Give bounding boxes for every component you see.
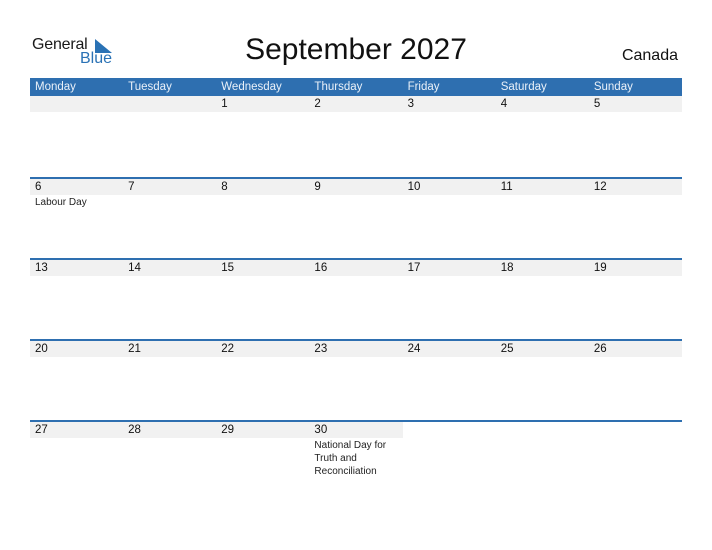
weekday-thursday: Thursday — [314, 81, 363, 93]
calendar-grid: Monday Tuesday Wednesday Thursday Friday… — [30, 78, 682, 501]
day-number: 3 — [402, 96, 496, 112]
weekday-sunday: Sunday — [593, 81, 633, 93]
day-number: 15 — [216, 260, 310, 276]
day-number: 8 — [216, 179, 310, 195]
day-cell: 21 — [123, 341, 217, 420]
day-cell: 1 — [216, 96, 310, 177]
day-number: 29 — [216, 422, 310, 438]
week-cells: 6 Labour Day 7 8 9 10 11 12 — [30, 179, 682, 258]
day-number: 14 — [123, 260, 217, 276]
week-row: 6 Labour Day 7 8 9 10 11 12 — [30, 177, 682, 258]
day-number: 12 — [588, 179, 682, 195]
day-number: 5 — [588, 96, 682, 112]
day-cell: 4 — [495, 96, 589, 177]
day-cell — [30, 96, 124, 177]
day-number: 20 — [30, 341, 124, 357]
day-cell: 20 — [30, 341, 124, 420]
day-cell: 9 — [309, 179, 403, 258]
week-cells: 12345 — [30, 96, 682, 177]
day-cell: 14 — [123, 260, 217, 339]
day-number — [496, 422, 589, 438]
day-number: 28 — [123, 422, 217, 438]
day-number: 23 — [309, 341, 403, 357]
week-row: 20 21 22 23 24 25 26 — [30, 339, 682, 420]
weekday-saturday: Saturday — [500, 81, 547, 93]
page-title: September 2027 — [245, 33, 467, 66]
day-number — [30, 96, 124, 112]
day-number: 19 — [588, 260, 682, 276]
day-cell: 8 — [216, 179, 310, 258]
week-row: 12345 — [30, 96, 682, 177]
day-cell: 6 Labour Day — [30, 179, 124, 258]
day-number: 26 — [588, 341, 682, 357]
day-cell: 24 — [402, 341, 496, 420]
week-cells: 13 14 15 16 17 18 19 — [30, 260, 682, 339]
weekday-header: Monday Tuesday Wednesday Thursday Friday… — [30, 78, 682, 96]
day-number: 2 — [309, 96, 403, 112]
day-cell: 23 — [309, 341, 403, 420]
holiday-label: Labour Day — [35, 197, 87, 208]
day-cell: 11 — [495, 179, 589, 258]
holiday-label: National Day for Truth and Reconciliatio… — [314, 440, 387, 477]
day-cell — [403, 422, 496, 501]
day-number: 30 — [309, 422, 403, 438]
week-cells: 20 21 22 23 24 25 26 — [30, 341, 682, 420]
day-cell — [496, 422, 589, 501]
day-number: 18 — [495, 260, 589, 276]
day-cell: 13 — [30, 260, 124, 339]
day-number: 6 — [30, 179, 124, 195]
weeks-container: 1 2 3 4 5 6 Labour Day 7 8 9 10 11 12 13 14 15 16 17 18 19 2… — [30, 96, 682, 501]
day-cell: 3 — [402, 96, 496, 177]
day-cell: 15 — [216, 260, 310, 339]
day-cell: 10 — [402, 179, 496, 258]
day-cell: 27 — [30, 422, 124, 501]
day-cell: 12 — [588, 179, 682, 258]
day-number: 17 — [402, 260, 496, 276]
day-number — [403, 422, 496, 438]
week-cells: 27 28 29 30 National Day for Truth and Recon… — [30, 422, 682, 501]
day-number: 13 — [30, 260, 124, 276]
day-cell: 30 National Day for Truth and Reconciliat… — [309, 422, 403, 501]
weekday-tuesday: Tuesday — [128, 81, 172, 93]
day-number: 10 — [402, 179, 496, 195]
day-number: 1 — [216, 96, 310, 112]
day-number — [123, 96, 217, 112]
day-cell: 22 — [216, 341, 310, 420]
day-number: 9 — [309, 179, 403, 195]
day-number: 4 — [495, 96, 589, 112]
day-number: 21 — [123, 341, 217, 357]
day-number: 24 — [402, 341, 496, 357]
day-cell: 19 — [588, 260, 682, 339]
day-number: 16 — [309, 260, 403, 276]
day-cell: 5 — [588, 96, 682, 177]
day-cell — [123, 96, 217, 177]
day-number: 27 — [30, 422, 124, 438]
day-cell: 29 — [216, 422, 310, 501]
day-number: 11 — [495, 179, 589, 195]
day-cell: 26 — [588, 341, 682, 420]
day-number: 7 — [123, 179, 217, 195]
day-cell: 7 — [123, 179, 217, 258]
week-row: 27 28 29 30 National Day for Truth and Recon… — [30, 420, 682, 501]
day-number: 22 — [216, 341, 310, 357]
weekday-monday: Monday — [35, 81, 76, 93]
weekday-wednesday: Wednesday — [221, 81, 282, 93]
week-row: 13 14 15 16 17 18 19 — [30, 258, 682, 339]
day-cell: 16 — [309, 260, 403, 339]
weekday-friday: Friday — [407, 81, 440, 93]
country-label: Canada — [621, 47, 678, 64]
day-cell — [589, 422, 682, 501]
day-number: 25 — [495, 341, 589, 357]
day-number — [589, 422, 682, 438]
day-cell: 18 — [495, 260, 589, 339]
day-cell: 25 — [495, 341, 589, 420]
day-cell: 28 — [123, 422, 217, 501]
day-cell: 17 — [402, 260, 496, 339]
day-cell: 2 — [309, 96, 403, 177]
